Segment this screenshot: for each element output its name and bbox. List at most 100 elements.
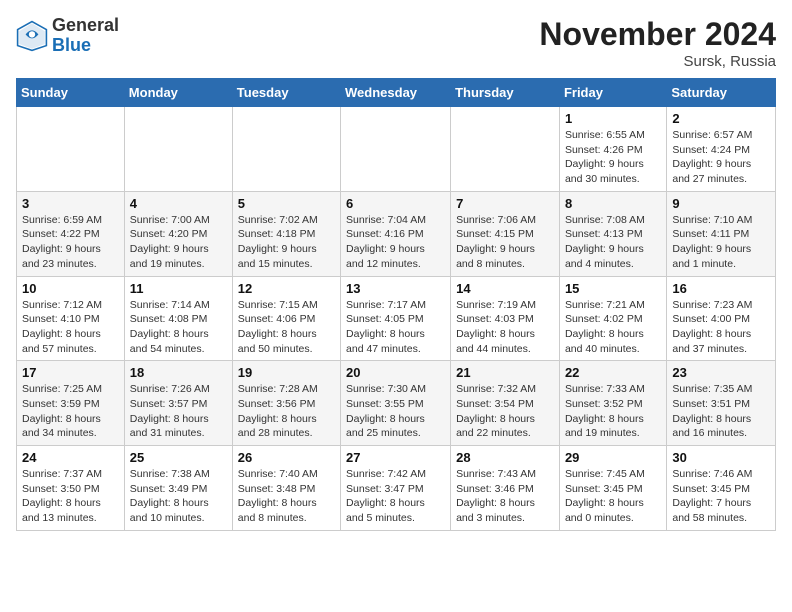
day-number: 14 — [456, 281, 554, 296]
calendar-cell: 5 Sunrise: 7:02 AM Sunset: 4:18 PM Daylig… — [232, 191, 340, 276]
day-info: Sunrise: 7:15 AM Sunset: 4:06 PM Dayligh… — [238, 298, 335, 357]
calendar-cell: 27Sunrise: 7:42 AM Sunset: 3:47 PM Dayli… — [341, 446, 451, 531]
day-number: 26 — [238, 450, 335, 465]
day-info: Sunrise: 7:17 AM Sunset: 4:05 PM Dayligh… — [346, 298, 445, 357]
day-info: Sunrise: 7:38 AM Sunset: 3:49 PM Dayligh… — [130, 467, 227, 526]
day-info: Sunrise: 7:28 AM Sunset: 3:56 PM Dayligh… — [238, 382, 335, 441]
calendar-cell: 1Sunrise: 6:55 AM Sunset: 4:26 PM Daylig… — [559, 107, 666, 192]
calendar-cell: 14 Sunrise: 7:19 AM Sunset: 4:03 PM Dayli… — [451, 276, 560, 361]
calendar-cell: 19 Sunrise: 7:28 AM Sunset: 3:56 PM Dayli… — [232, 361, 340, 446]
calendar-cell: 8 Sunrise: 7:08 AM Sunset: 4:13 PM Daylig… — [559, 191, 666, 276]
day-number: 5 — [238, 196, 335, 211]
page-header: General Blue November 2024 Sursk, Russia — [16, 16, 776, 70]
day-number: 19 — [238, 365, 335, 380]
calendar-cell — [232, 107, 340, 192]
weekday-header-row: SundayMondayTuesdayWednesdayThursdayFrid… — [17, 79, 776, 107]
calendar-cell — [341, 107, 451, 192]
day-number: 23 — [672, 365, 770, 380]
calendar-header: SundayMondayTuesdayWednesdayThursdayFrid… — [17, 79, 776, 107]
calendar-cell: 20 Sunrise: 7:30 AM Sunset: 3:55 PM Dayli… — [341, 361, 451, 446]
day-info: Sunrise: 7:06 AM Sunset: 4:15 PM Dayligh… — [456, 213, 554, 272]
day-number: 27 — [346, 450, 445, 465]
calendar-cell: 30 Sunrise: 7:46 AM Sunset: 3:45 PM Dayli… — [667, 446, 776, 531]
calendar-cell: 11 Sunrise: 7:14 AM Sunset: 4:08 PM Dayli… — [124, 276, 232, 361]
calendar-cell: 2Sunrise: 6:57 AM Sunset: 4:24 PM Daylig… — [667, 107, 776, 192]
calendar-cell: 23 Sunrise: 7:35 AM Sunset: 3:51 PM Dayli… — [667, 361, 776, 446]
calendar-cell: 4 Sunrise: 7:00 AM Sunset: 4:20 PM Daylig… — [124, 191, 232, 276]
location: Sursk, Russia — [539, 53, 776, 70]
calendar-cell: 28 Sunrise: 7:43 AM Sunset: 3:46 PM Dayli… — [451, 446, 560, 531]
day-number: 25 — [130, 450, 227, 465]
day-number: 15 — [565, 281, 661, 296]
weekday-header-thursday: Thursday — [451, 79, 560, 107]
month-title: November 2024 — [539, 16, 776, 53]
calendar-cell: 26 Sunrise: 7:40 AM Sunset: 3:48 PM Dayli… — [232, 446, 340, 531]
day-number: 20 — [346, 365, 445, 380]
day-number: 29 — [565, 450, 661, 465]
weekday-header-monday: Monday — [124, 79, 232, 107]
logo-icon — [16, 20, 48, 52]
day-number: 4 — [130, 196, 227, 211]
calendar-cell: 9Sunrise: 7:10 AM Sunset: 4:11 PM Daylig… — [667, 191, 776, 276]
day-number: 12 — [238, 281, 335, 296]
logo-blue: Blue — [52, 35, 91, 55]
day-number: 1 — [565, 111, 661, 126]
day-info: Sunrise: 7:00 AM Sunset: 4:20 PM Dayligh… — [130, 213, 227, 272]
day-info: Sunrise: 7:21 AM Sunset: 4:02 PM Dayligh… — [565, 298, 661, 357]
title-block: November 2024 Sursk, Russia — [539, 16, 776, 70]
calendar-week-5: 24Sunrise: 7:37 AM Sunset: 3:50 PM Dayli… — [17, 446, 776, 531]
day-info: Sunrise: 7:43 AM Sunset: 3:46 PM Dayligh… — [456, 467, 554, 526]
weekday-header-tuesday: Tuesday — [232, 79, 340, 107]
calendar-cell: 24Sunrise: 7:37 AM Sunset: 3:50 PM Dayli… — [17, 446, 125, 531]
day-number: 8 — [565, 196, 661, 211]
day-info: Sunrise: 6:57 AM Sunset: 4:24 PM Dayligh… — [672, 128, 770, 187]
calendar-body: 1Sunrise: 6:55 AM Sunset: 4:26 PM Daylig… — [17, 107, 776, 531]
calendar-cell: 21Sunrise: 7:32 AM Sunset: 3:54 PM Dayli… — [451, 361, 560, 446]
weekday-header-sunday: Sunday — [17, 79, 125, 107]
day-number: 7 — [456, 196, 554, 211]
day-number: 16 — [672, 281, 770, 296]
day-info: Sunrise: 7:08 AM Sunset: 4:13 PM Dayligh… — [565, 213, 661, 272]
day-number: 10 — [22, 281, 119, 296]
calendar-cell: 10 Sunrise: 7:12 AM Sunset: 4:10 PM Dayli… — [17, 276, 125, 361]
day-number: 11 — [130, 281, 227, 296]
calendar-table: SundayMondayTuesdayWednesdayThursdayFrid… — [16, 78, 776, 531]
day-info: Sunrise: 7:35 AM Sunset: 3:51 PM Dayligh… — [672, 382, 770, 441]
calendar-week-2: 3 Sunrise: 6:59 AM Sunset: 4:22 PM Daylig… — [17, 191, 776, 276]
day-info: Sunrise: 7:32 AM Sunset: 3:54 PM Dayligh… — [456, 382, 554, 441]
day-info: Sunrise: 7:25 AM Sunset: 3:59 PM Dayligh… — [22, 382, 119, 441]
calendar-cell — [124, 107, 232, 192]
day-number: 17 — [22, 365, 119, 380]
day-info: Sunrise: 7:12 AM Sunset: 4:10 PM Dayligh… — [22, 298, 119, 357]
day-number: 30 — [672, 450, 770, 465]
calendar-cell: 3 Sunrise: 6:59 AM Sunset: 4:22 PM Daylig… — [17, 191, 125, 276]
calendar-week-1: 1Sunrise: 6:55 AM Sunset: 4:26 PM Daylig… — [17, 107, 776, 192]
day-number: 28 — [456, 450, 554, 465]
calendar-cell: 15 Sunrise: 7:21 AM Sunset: 4:02 PM Dayli… — [559, 276, 666, 361]
day-number: 22 — [565, 365, 661, 380]
day-info: Sunrise: 7:23 AM Sunset: 4:00 PM Dayligh… — [672, 298, 770, 357]
day-info: Sunrise: 7:45 AM Sunset: 3:45 PM Dayligh… — [565, 467, 661, 526]
day-info: Sunrise: 7:40 AM Sunset: 3:48 PM Dayligh… — [238, 467, 335, 526]
day-number: 6 — [346, 196, 445, 211]
day-number: 24 — [22, 450, 119, 465]
calendar-cell: 18 Sunrise: 7:26 AM Sunset: 3:57 PM Dayli… — [124, 361, 232, 446]
logo-general: General — [52, 15, 119, 35]
day-info: Sunrise: 7:30 AM Sunset: 3:55 PM Dayligh… — [346, 382, 445, 441]
day-info: Sunrise: 7:26 AM Sunset: 3:57 PM Dayligh… — [130, 382, 227, 441]
calendar-cell — [451, 107, 560, 192]
day-number: 18 — [130, 365, 227, 380]
day-info: Sunrise: 7:02 AM Sunset: 4:18 PM Dayligh… — [238, 213, 335, 272]
calendar-cell: 12 Sunrise: 7:15 AM Sunset: 4:06 PM Dayli… — [232, 276, 340, 361]
day-number: 13 — [346, 281, 445, 296]
logo-text: General Blue — [52, 16, 119, 56]
day-info: Sunrise: 7:19 AM Sunset: 4:03 PM Dayligh… — [456, 298, 554, 357]
calendar-week-4: 17 Sunrise: 7:25 AM Sunset: 3:59 PM Dayli… — [17, 361, 776, 446]
calendar-cell: 17 Sunrise: 7:25 AM Sunset: 3:59 PM Dayli… — [17, 361, 125, 446]
calendar-cell — [17, 107, 125, 192]
day-info: Sunrise: 7:46 AM Sunset: 3:45 PM Dayligh… — [672, 467, 770, 526]
day-info: Sunrise: 6:59 AM Sunset: 4:22 PM Dayligh… — [22, 213, 119, 272]
day-info: Sunrise: 7:33 AM Sunset: 3:52 PM Dayligh… — [565, 382, 661, 441]
day-info: Sunrise: 7:14 AM Sunset: 4:08 PM Dayligh… — [130, 298, 227, 357]
day-number: 3 — [22, 196, 119, 211]
